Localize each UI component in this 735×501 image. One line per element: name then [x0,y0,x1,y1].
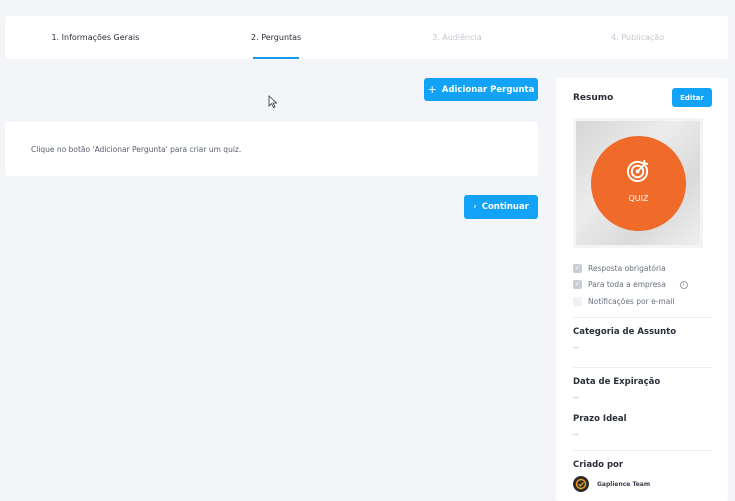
divider [573,450,712,451]
plus-icon: + [427,83,437,96]
continue-label: Continuar [481,202,529,212]
step-label: 1. Informações Gerais [51,33,140,42]
step-label: 3. Audiência [432,33,482,42]
quiz-label: QUIZ [628,194,649,203]
creator-name: Gaplience Team [597,480,651,488]
mouse-cursor-icon [268,95,278,108]
summary-title: Resumo [573,93,614,103]
ideal-deadline-title: Prazo Ideal [573,414,627,424]
add-question-button[interactable]: + Adicionar Pergunta [424,78,538,101]
edit-label: Editar [680,93,704,102]
step-publicacao[interactable]: 4. Publicação [547,16,728,59]
expiration-title: Data de Expiração [573,377,661,387]
empty-message: Clique no botão 'Adicionar Pergunta' par… [31,144,242,154]
step-audiencia[interactable]: 3. Audiência [367,16,548,59]
creator: Gaplience Team [573,476,650,492]
step-perguntas[interactable]: 2. Perguntas [186,16,367,59]
divider [573,367,712,368]
summary-panel: Resumo Editar QUIZ ✓ Resposta obrigatóri… [556,78,728,501]
option-resposta-obrigatoria[interactable]: ✓ Resposta obrigatória [573,264,666,273]
quiz-thumbnail: QUIZ [573,118,703,248]
category-value: -- [573,343,579,352]
checkbox-unchecked-icon[interactable] [573,297,582,306]
checkbox-checked-icon[interactable]: ✓ [573,280,582,289]
step-label: 2. Perguntas [251,33,302,42]
empty-questions-card: Clique no botão 'Adicionar Pergunta' par… [5,122,538,176]
divider [573,317,712,318]
option-label: Resposta obrigatória [588,264,666,273]
checkbox-checked-icon[interactable]: ✓ [573,264,582,273]
created-by-title: Criado por [573,460,624,470]
add-question-label: Adicionar Pergunta [441,84,535,95]
gaplience-logo-icon [575,478,587,490]
option-notificacoes-email[interactable]: Notificações por e-mail [573,297,675,306]
ideal-deadline-value: -- [573,430,579,439]
avatar [573,476,589,492]
step-informacoes-gerais[interactable]: 1. Informações Gerais [5,16,186,59]
expiration-value: -- [573,393,579,402]
continue-button[interactable]: › Continuar [464,195,538,219]
stepper: 1. Informações Gerais 2. Perguntas 3. Au… [5,16,728,59]
category-title: Categoria de Assunto [573,327,677,337]
target-icon [626,159,649,183]
chevron-right-icon: › [473,202,477,212]
option-label: Para toda a empresa [588,280,666,289]
quiz-badge: QUIZ [591,136,686,231]
info-icon[interactable]: i [679,280,688,289]
option-para-toda-empresa[interactable]: ✓ Para toda a empresa i [573,280,688,289]
edit-button[interactable]: Editar [672,88,712,107]
step-label: 4. Publicação [611,33,665,42]
option-label: Notificações por e-mail [588,297,675,306]
